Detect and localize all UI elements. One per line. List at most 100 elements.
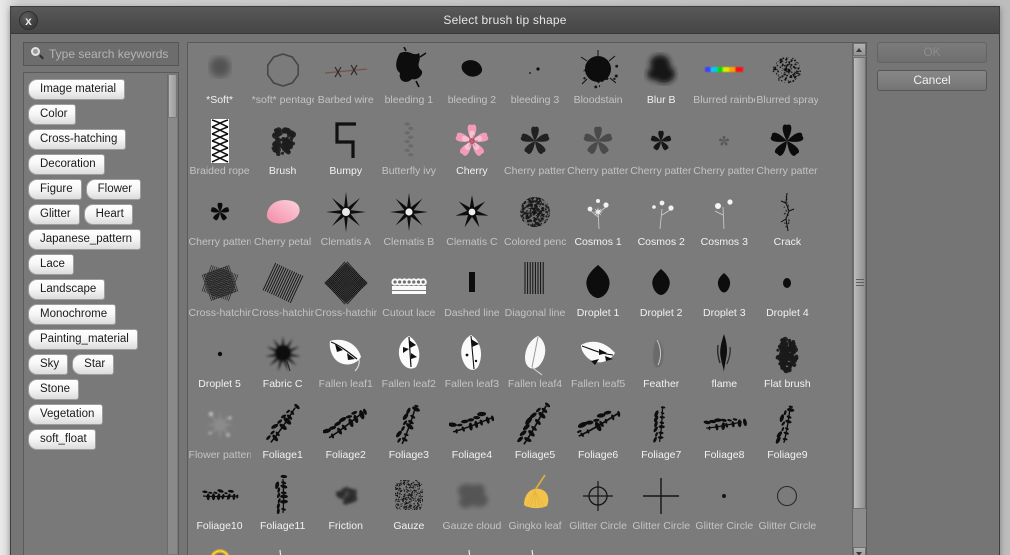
brush-cell[interactable]: Foliage2 <box>314 398 377 469</box>
brush-cell[interactable]: Foliage4 <box>440 398 503 469</box>
tag-list-scrollbar[interactable] <box>167 74 177 554</box>
brush-cell[interactable]: Blurred rainbow <box>693 43 756 114</box>
brush-cell[interactable]: Gauze cloud <box>440 469 503 540</box>
brush-cell[interactable]: Glitter Circle <box>693 469 756 540</box>
brush-cell[interactable]: Cutout lace <box>377 256 440 327</box>
brush-cell[interactable]: Colored pencil <box>503 185 566 256</box>
brush-cell[interactable]: Butterfly ivy <box>377 114 440 185</box>
brush-cell[interactable]: Barbed wire <box>314 43 377 114</box>
brush-cell[interactable]: Cosmos 3 <box>693 185 756 256</box>
brush-cell[interactable]: Cherry pattern <box>693 114 756 185</box>
brush-cell[interactable]: Clematis B <box>377 185 440 256</box>
brush-cell[interactable]: Crack <box>756 185 819 256</box>
brush-cell[interactable]: Diagonal line <box>503 256 566 327</box>
tag-sky[interactable]: Sky <box>28 354 69 375</box>
tag-vegetation[interactable]: Vegetation <box>28 404 104 425</box>
brush-grid-scrollbar[interactable] <box>852 43 866 555</box>
brush-cell[interactable]: Grass A2 <box>314 540 377 555</box>
brush-cell[interactable]: bleeding 1 <box>377 43 440 114</box>
brush-cell[interactable]: Cosmos 1 <box>567 185 630 256</box>
brush-cell[interactable]: Cherry <box>440 114 503 185</box>
brush-cell[interactable]: bleeding 3 <box>503 43 566 114</box>
tag-landscape[interactable]: Landscape <box>28 279 106 300</box>
brush-cell[interactable]: Fabric C <box>251 327 314 398</box>
brush-cell[interactable]: Fallen leaf5 <box>567 327 630 398</box>
brush-cell[interactable]: Glitter Circle <box>567 469 630 540</box>
brush-cell[interactable]: Cherry pattern <box>188 185 251 256</box>
brush-cell[interactable]: Droplet 3 <box>693 256 756 327</box>
brush-cell[interactable]: *soft* pentagon <box>251 43 314 114</box>
brush-cell[interactable]: Grass A3 <box>377 540 440 555</box>
brush-cell[interactable]: Grass A6 <box>567 540 630 555</box>
brush-cell[interactable]: Bumpy <box>314 114 377 185</box>
brush-cell[interactable]: Droplet 1 <box>567 256 630 327</box>
tag-list-scrollbar-thumb[interactable] <box>168 74 177 118</box>
brush-cell[interactable]: Flower pattern <box>188 398 251 469</box>
brush-cell[interactable]: Cherry petal <box>251 185 314 256</box>
brush-cell[interactable]: Grass A5 <box>503 540 566 555</box>
brush-cell[interactable]: Bloodstain <box>567 43 630 114</box>
brush-cell[interactable]: Cross-hatching <box>314 256 377 327</box>
ok-button[interactable]: OK <box>877 42 987 63</box>
brush-cell[interactable]: Foliage10 <box>188 469 251 540</box>
brush-cell[interactable]: Clematis C <box>440 185 503 256</box>
brush-cell[interactable]: Fallen leaf3 <box>440 327 503 398</box>
brush-cell[interactable]: Brush <box>251 114 314 185</box>
scroll-down-icon[interactable] <box>853 547 866 555</box>
brush-cell[interactable]: Gauze <box>377 469 440 540</box>
brush-cell[interactable]: Dashed line <box>440 256 503 327</box>
brush-cell[interactable]: Droplet 2 <box>630 256 693 327</box>
brush-cell[interactable]: Foliage3 <box>377 398 440 469</box>
brush-cell[interactable]: Foliage6 <box>567 398 630 469</box>
tag-stone[interactable]: Stone <box>28 379 80 400</box>
brush-cell[interactable]: Foliage11 <box>251 469 314 540</box>
brush-cell[interactable]: bleeding 2 <box>440 43 503 114</box>
brush-cell[interactable]: Blurred spray <box>756 43 819 114</box>
search-input[interactable]: Type search keywords <box>23 42 179 66</box>
tag-glitter[interactable]: Glitter <box>28 204 80 225</box>
tag-japanese-pattern[interactable]: Japanese_pattern <box>28 229 142 250</box>
tag-image-material[interactable]: Image material <box>28 79 126 100</box>
brush-cell[interactable]: *Soft* <box>188 43 251 114</box>
brush-cell[interactable]: Glitter Circle <box>756 469 819 540</box>
brush-cell[interactable]: flame <box>693 327 756 398</box>
scroll-up-icon[interactable] <box>853 43 866 56</box>
tag-figure[interactable]: Figure <box>28 179 82 200</box>
brush-cell[interactable]: Cherry pattern <box>503 114 566 185</box>
brush-cell[interactable]: Feather <box>630 327 693 398</box>
tag-soft-float[interactable]: soft_float <box>28 429 96 450</box>
tag-lace[interactable]: Lace <box>28 254 74 275</box>
cancel-button[interactable]: Cancel <box>877 70 987 91</box>
brush-grid-scrollbar-thumb[interactable] <box>853 57 866 509</box>
tag-star[interactable]: Star <box>72 354 115 375</box>
brush-cell[interactable]: Foliage5 <box>503 398 566 469</box>
brush-cell[interactable]: Grass A1 <box>251 540 314 555</box>
tag-heart[interactable]: Heart <box>83 204 133 225</box>
brush-cell[interactable] <box>756 540 819 555</box>
brush-cell[interactable]: Grass A4 <box>440 540 503 555</box>
brush-cell[interactable]: Fallen leaf1 <box>314 327 377 398</box>
brush-cell[interactable]: Cosmos 2 <box>630 185 693 256</box>
brush-cell[interactable]: Friction <box>314 469 377 540</box>
brush-cell[interactable]: Droplet 5 <box>188 327 251 398</box>
brush-cell[interactable]: Gingko leaf <box>503 469 566 540</box>
brush-cell[interactable]: Cherry pattern <box>756 114 819 185</box>
tag-flower[interactable]: Flower <box>85 179 142 200</box>
brush-cell[interactable]: Cherry pattern <box>630 114 693 185</box>
brush-cell[interactable]: Fallen leaf4 <box>503 327 566 398</box>
tag-monochrome[interactable]: Monochrome <box>28 304 117 325</box>
brush-cell[interactable]: Foliage7 <box>630 398 693 469</box>
brush-cell[interactable]: Braided rope <box>188 114 251 185</box>
brush-cell[interactable]: Cross-hatching <box>251 256 314 327</box>
brush-cell[interactable]: Glitter Circle <box>630 469 693 540</box>
tag-list[interactable]: Image material Color Cross-hatching Decorat… <box>23 72 179 555</box>
tag-decoration[interactable]: Decoration <box>28 154 105 175</box>
brush-cell[interactable]: Cherry pattern <box>567 114 630 185</box>
brush-cell[interactable]: Foliage1 <box>251 398 314 469</box>
tag-painting-material[interactable]: Painting_material <box>28 329 138 350</box>
tag-color[interactable]: Color <box>28 104 77 125</box>
brush-cell[interactable]: Foliage9 <box>756 398 819 469</box>
tag-cross-hatching[interactable]: Cross-hatching <box>28 129 127 150</box>
brush-cell[interactable]: Fallen leaf2 <box>377 327 440 398</box>
brush-cell[interactable]: Flat brush <box>756 327 819 398</box>
